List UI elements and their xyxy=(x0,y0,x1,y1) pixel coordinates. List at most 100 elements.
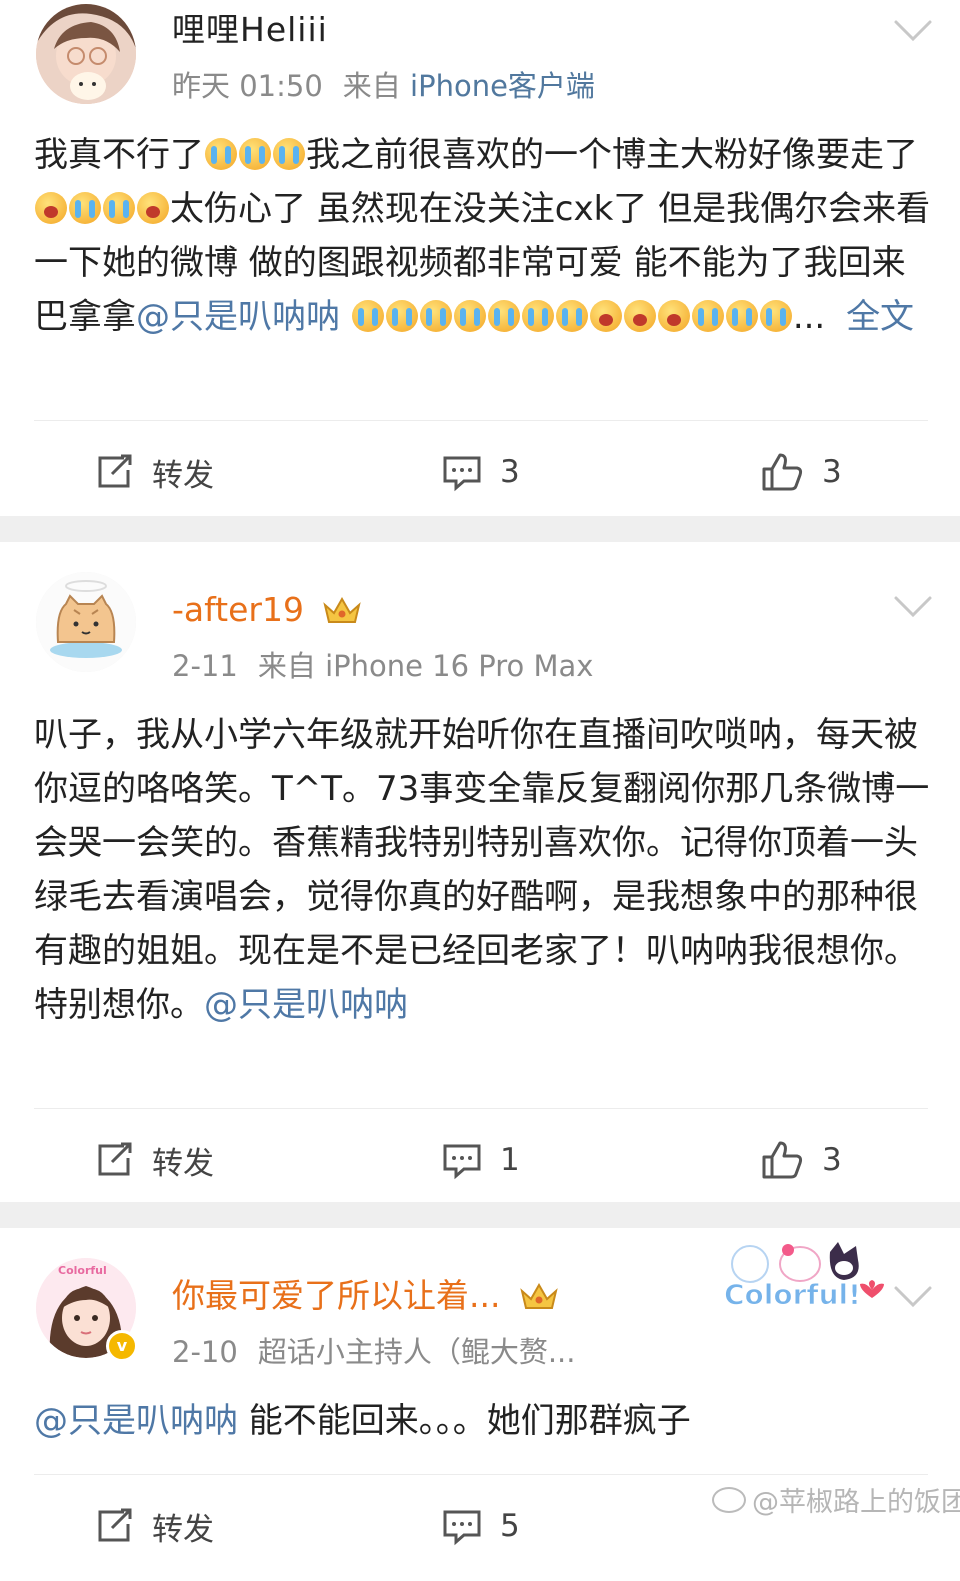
crown-badge-icon xyxy=(323,596,362,623)
post-meta: 2-11 来自 iPhone 16 Pro Max xyxy=(172,648,593,684)
ellipsis: ... xyxy=(792,297,826,337)
post-separator xyxy=(0,1202,960,1228)
source-client[interactable]: iPhone客户端 xyxy=(410,69,595,103)
loudly-crying-face-icon xyxy=(351,300,384,332)
emoji-group xyxy=(34,189,170,229)
avatar[interactable]: Colorful v xyxy=(36,1258,138,1362)
text-segment: 能不能回来。。。她们那群疯子 xyxy=(238,1401,691,1441)
username[interactable]: 你最可爱了所以让着... xyxy=(172,1276,559,1316)
username-text: -after19 xyxy=(172,590,304,629)
post-meta: 昨天 01:50 来自 iPhone客户端 xyxy=(172,68,595,104)
watermark-text: @苹椒路上的饭团 xyxy=(752,1487,960,1518)
username[interactable]: -after19 xyxy=(172,590,362,630)
comment-count: 5 xyxy=(500,1508,520,1544)
like-button[interactable]: 3 xyxy=(760,1135,842,1185)
loudly-crying-face-icon xyxy=(453,300,486,332)
source-client: iPhone 16 Pro Max xyxy=(325,649,594,683)
repost-icon xyxy=(98,454,132,488)
emoji-group xyxy=(351,297,793,337)
sobbing-face-icon xyxy=(137,192,169,224)
chevron-down-icon[interactable] xyxy=(893,1284,933,1310)
loudly-crying-face-icon xyxy=(69,192,101,224)
sobbing-face-icon xyxy=(589,300,622,332)
chevron-down-icon[interactable] xyxy=(893,18,933,44)
sobbing-face-icon xyxy=(657,300,690,332)
like-count: 3 xyxy=(822,454,842,490)
comment-button[interactable]: 5 xyxy=(442,1501,520,1551)
post-meta: 2-10 超话小主持人（鲲大赘... xyxy=(172,1334,575,1370)
chevron-down-icon[interactable] xyxy=(893,594,933,620)
post-text: @只是叭呐呐 能不能回来。。。她们那群疯子 xyxy=(34,1394,934,1448)
thumbs-up-icon xyxy=(762,453,803,491)
post-time: 2-10 xyxy=(172,1335,238,1369)
comment-icon xyxy=(443,1144,481,1180)
watermark: @苹椒路上的饭团 xyxy=(712,1480,960,1519)
loudly-crying-face-icon xyxy=(419,300,452,332)
comment-count: 3 xyxy=(500,454,520,490)
post-card: Colorful v 你最可爱了所以让着... 2-10 超话小主持人（鲲大赘..… xyxy=(0,1228,960,1548)
action-bar: 转发 3 3 xyxy=(34,420,928,527)
source-prefix: 来自 xyxy=(257,649,316,683)
loudly-crying-face-icon xyxy=(759,300,792,332)
comment-button[interactable]: 1 xyxy=(442,1135,520,1185)
avatar-image xyxy=(36,572,136,672)
repost-icon xyxy=(98,1508,132,1542)
repost-icon xyxy=(98,1142,132,1176)
loudly-crying-face-icon xyxy=(691,300,724,332)
weibo-logo-icon xyxy=(712,1487,746,1513)
verified-badge-icon: v xyxy=(106,1330,138,1362)
comment-button[interactable]: 3 xyxy=(442,447,520,497)
post-time: 昨天 01:50 xyxy=(172,69,323,103)
loudly-crying-face-icon xyxy=(555,300,588,332)
sobbing-face-icon xyxy=(35,192,67,224)
post-time: 2-11 xyxy=(172,649,238,683)
avatar[interactable] xyxy=(36,572,136,672)
colorful-sticker-icon: Colorful! xyxy=(724,1242,884,1312)
text-segment: 我真不行了 xyxy=(34,135,204,175)
repost-label: 转发 xyxy=(152,1145,214,1182)
loudly-crying-face-icon xyxy=(521,300,554,332)
avatar-image xyxy=(36,4,136,104)
repost-label: 转发 xyxy=(152,1511,214,1548)
repost-button[interactable]: 转发 xyxy=(94,447,214,497)
username-text: 你最可爱了所以让着... xyxy=(172,1276,501,1315)
repost-label: 转发 xyxy=(152,457,214,494)
emoji-group xyxy=(204,135,306,175)
avatar[interactable] xyxy=(36,4,136,104)
thumbs-up-icon xyxy=(762,1141,803,1179)
decoration-text: Colorful! xyxy=(724,1278,861,1311)
text-segment: 我之前很喜欢的一个博主大粉好像要走了 xyxy=(306,135,918,175)
loudly-crying-face-icon xyxy=(273,138,305,170)
post-card: 哩哩Heliii 昨天 01:50 来自 iPhone客户端 我真不行了 我之前很喜… xyxy=(0,0,960,516)
like-count: 3 xyxy=(822,1142,842,1178)
comment-icon xyxy=(443,456,481,492)
post-separator xyxy=(0,516,960,542)
text-segment: 叭子，我从小学六年级就开始听你在直播间吹唢呐，每天被你逗的咯咯笑。T^T。73事… xyxy=(34,715,930,1025)
loudly-crying-face-icon xyxy=(487,300,520,332)
super-topic-host-badge: 超话小主持人（鲲大赘... xyxy=(257,1335,576,1369)
loudly-crying-face-icon xyxy=(239,138,271,170)
loudly-crying-face-icon xyxy=(103,192,135,224)
mention-link[interactable]: @只是叭呐呐 xyxy=(34,1401,238,1441)
loudly-crying-face-icon xyxy=(205,138,237,170)
sobbing-face-icon xyxy=(623,300,656,332)
comment-count: 1 xyxy=(500,1142,520,1178)
mention-link[interactable]: @只是叭呐呐 xyxy=(204,985,408,1025)
repost-button[interactable]: 转发 xyxy=(94,1501,214,1551)
action-bar: 转发 1 3 xyxy=(34,1108,928,1215)
like-button[interactable]: 3 xyxy=(760,447,842,497)
username[interactable]: 哩哩Heliii xyxy=(172,10,328,50)
loudly-crying-face-icon xyxy=(385,300,418,332)
crown-badge-icon xyxy=(520,1282,558,1309)
post-text: 我真不行了 我之前很喜欢的一个博主大粉好像要走了太伤心了 虽然现在没关注cxk了 … xyxy=(34,128,934,344)
post-text: 叭子，我从小学六年级就开始听你在直播间吹唢呐，每天被你逗的咯咯笑。T^T。73事… xyxy=(34,708,934,1032)
expand-full-text-link[interactable]: 全文 xyxy=(846,297,914,337)
comment-icon xyxy=(443,1510,481,1546)
card-decoration: Colorful! xyxy=(712,1238,888,1318)
loudly-crying-face-icon xyxy=(725,300,758,332)
mention-link[interactable]: @只是叭呐呐 xyxy=(136,297,340,337)
repost-button[interactable]: 转发 xyxy=(94,1135,214,1185)
post-card: -after19 2-11 来自 iPhone 16 Pro Max 叭子，我从小… xyxy=(0,542,960,1202)
avatar-frame-text: Colorful xyxy=(58,1264,107,1277)
source-prefix: 来自 xyxy=(342,69,401,103)
